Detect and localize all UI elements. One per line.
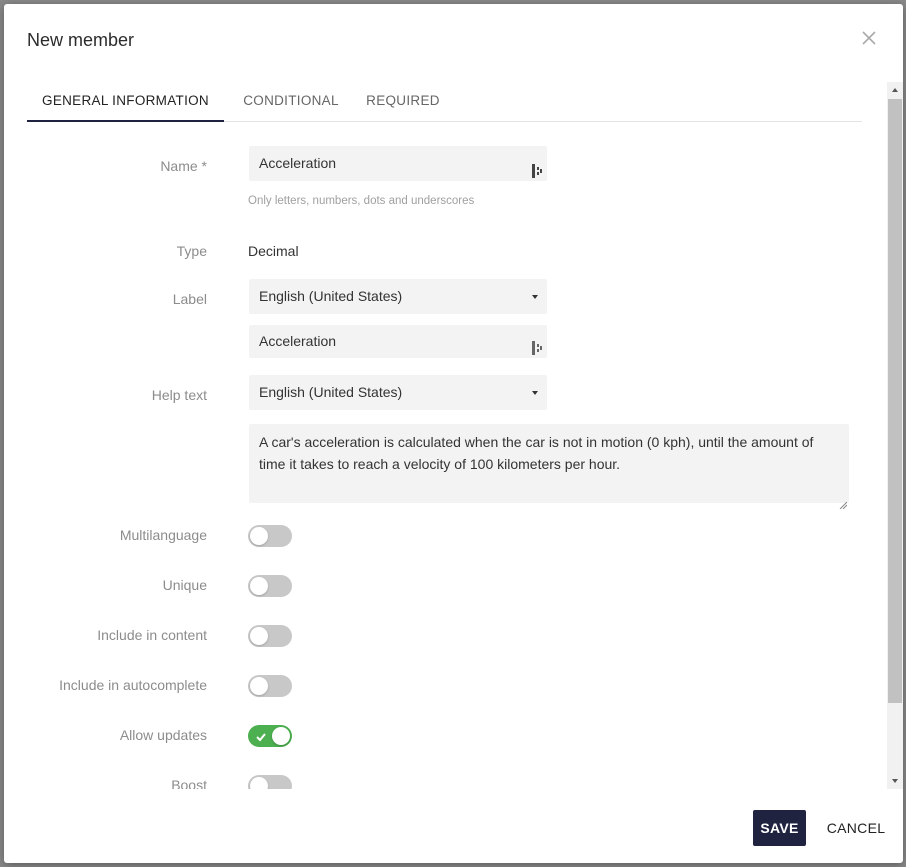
dialog-title: New member xyxy=(27,30,135,50)
label-value: Acceleration xyxy=(259,333,337,349)
help-text-language-value: English (United States) xyxy=(259,384,403,400)
field-options-icon[interactable] xyxy=(532,156,543,178)
include-in-content-label: Include in content xyxy=(97,627,207,643)
close-icon[interactable] xyxy=(859,28,879,48)
multilanguage-label: Multilanguage xyxy=(119,527,207,543)
allow-updates-label: Allow updates xyxy=(119,727,207,743)
check-icon xyxy=(255,730,267,742)
chevron-down-icon xyxy=(532,295,538,299)
label-input[interactable]: Acceleration xyxy=(249,325,547,358)
allow-updates-toggle[interactable] xyxy=(248,725,292,747)
tab-bar: GENERAL INFORMATION CONDITIONAL REQUIRED xyxy=(27,84,862,122)
include-in-autocomplete-label: Include in autocomplete xyxy=(59,677,207,693)
help-text-language-select[interactable]: English (United States) xyxy=(249,375,547,410)
unique-label: Unique xyxy=(162,577,207,593)
name-input[interactable]: Acceleration xyxy=(249,146,547,181)
include-in-autocomplete-toggle[interactable] xyxy=(248,675,292,697)
name-value: Acceleration xyxy=(259,155,337,171)
resize-handle-icon[interactable] xyxy=(839,493,848,510)
save-button[interactable]: SAVE xyxy=(753,810,806,846)
chevron-down-icon xyxy=(532,391,538,395)
name-hint: Only letters, numbers, dots and undersco… xyxy=(248,195,475,207)
label-language-value: English (United States) xyxy=(259,288,403,304)
include-in-content-toggle[interactable] xyxy=(248,625,292,647)
type-label: Type xyxy=(176,243,207,259)
name-label: Name * xyxy=(160,158,207,174)
form-content: Name * Acceleration Only letters, number… xyxy=(4,124,886,789)
tab-required[interactable]: REQUIRED xyxy=(358,84,448,120)
label-language-select[interactable]: English (United States) xyxy=(249,279,547,314)
unique-toggle[interactable] xyxy=(248,575,292,597)
tab-general-information[interactable]: GENERAL INFORMATION xyxy=(27,84,224,122)
multilanguage-toggle[interactable] xyxy=(248,525,292,547)
tab-conditional[interactable]: CONDITIONAL xyxy=(228,84,354,120)
new-member-dialog: New member GENERAL INFORMATION CONDITION… xyxy=(4,4,903,863)
help-text-value: A car's acceleration is calculated when … xyxy=(259,434,814,472)
cancel-button[interactable]: CANCEL xyxy=(816,810,896,846)
boost-label: Boost xyxy=(171,777,207,789)
field-options-icon[interactable] xyxy=(532,334,543,355)
boost-toggle[interactable] xyxy=(248,775,292,789)
scroll-down-icon[interactable] xyxy=(892,779,898,783)
content-scrollbar[interactable] xyxy=(887,82,903,789)
scroll-up-icon[interactable] xyxy=(892,88,898,92)
help-text-textarea[interactable]: A car's acceleration is calculated when … xyxy=(249,424,849,510)
label-label: Label xyxy=(172,291,207,307)
help-text-label: Help text xyxy=(151,387,207,403)
scrollbar-thumb[interactable] xyxy=(888,99,902,703)
type-value: Decimal xyxy=(248,243,299,259)
